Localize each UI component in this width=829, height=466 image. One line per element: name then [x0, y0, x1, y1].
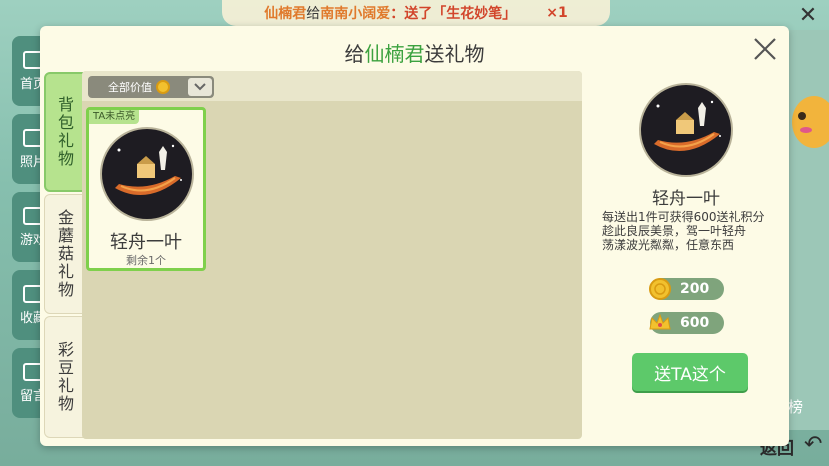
rank-label[interactable]: 榜 [788, 396, 803, 417]
title-recipient-name: 仙楠君 [364, 42, 425, 66]
banner-verb: 给 [306, 6, 321, 22]
close-icon [754, 38, 776, 60]
crown-icon [649, 313, 671, 330]
filter-label: 全部价值 [108, 81, 152, 94]
tab-backpack-gifts[interactable]: 背包礼物 [44, 72, 84, 192]
gift-remaining: 剩余1个 [126, 254, 166, 267]
coin-icon [649, 278, 671, 300]
banner-sent-text: ：送了「生花妙笔」 [390, 6, 517, 22]
gift-name: 轻舟一叶 [110, 232, 182, 253]
banner-count: ×1 [546, 5, 568, 21]
title-suffix: 送礼物 [424, 42, 485, 66]
dropdown-toggle[interactable] [188, 78, 212, 96]
desc-line: 趁此良辰美景，驾一叶轻舟 [602, 224, 747, 238]
title-prefix: 给 [344, 42, 365, 66]
crown-points-value: 600 [680, 315, 710, 331]
value-filter-dropdown[interactable]: 全部价值 [88, 76, 214, 98]
top-close-icon[interactable]: ✕ [797, 5, 819, 27]
tab-color-bean-gifts[interactable]: 彩豆礼物 [44, 316, 84, 438]
back-arrow-icon[interactable]: ↶ [804, 432, 822, 457]
pet-character-icon[interactable] [788, 86, 829, 158]
coin-price-value: 200 [680, 281, 710, 297]
desc-line: 每送出1件可获得600送礼积分 [602, 210, 765, 224]
gift-list-panel: 全部价值 TA未点亮 轻舟一叶 剩余1个 [82, 71, 582, 439]
tab-label: 彩豆礼物 [55, 341, 74, 413]
gift-broadcast-banner: 仙楠君 给 南南小阔爱 ：送了「生花妙笔」 ×1 [222, 0, 610, 26]
send-gift-dialog: 给仙楠君送礼物 背包礼物 金蘑菇礼物 彩豆礼物 全部价值 TA未点亮 轻舟一叶 … [40, 26, 789, 446]
tab-label: 背包礼物 [55, 96, 74, 168]
coin-price-badge: 200 [649, 278, 724, 300]
banner-sender: 仙楠君 [264, 6, 307, 22]
selected-gift-image [639, 83, 733, 177]
gift-card[interactable]: TA未点亮 轻舟一叶 剩余1个 [86, 107, 206, 271]
gift-status-tag: TA未点亮 [89, 110, 140, 124]
tab-label: 金蘑菇礼物 [55, 209, 74, 299]
boat-gift-icon [100, 127, 194, 221]
send-gift-button[interactable]: 送TA这个 [632, 353, 748, 391]
selected-gift-description: 每送出1件可获得600送礼积分 趁此良辰美景，驾一叶轻舟 荡漾波光粼粼，任意东西 [602, 210, 778, 258]
chevron-down-icon [194, 83, 206, 91]
dialog-close-button[interactable] [752, 36, 778, 62]
banner-receiver: 南南小阔爱 [320, 6, 391, 22]
desc-line: 荡漾波光粼粼，任意东西 [602, 238, 735, 252]
coin-icon [156, 80, 170, 94]
crown-points-badge: 600 [649, 312, 724, 334]
dialog-title: 给仙楠君送礼物 [40, 38, 789, 67]
filter-bar: 全部价值 [82, 71, 582, 101]
selected-gift-name: 轻舟一叶 [652, 189, 720, 209]
tab-golden-mushroom-gifts[interactable]: 金蘑菇礼物 [44, 194, 84, 314]
